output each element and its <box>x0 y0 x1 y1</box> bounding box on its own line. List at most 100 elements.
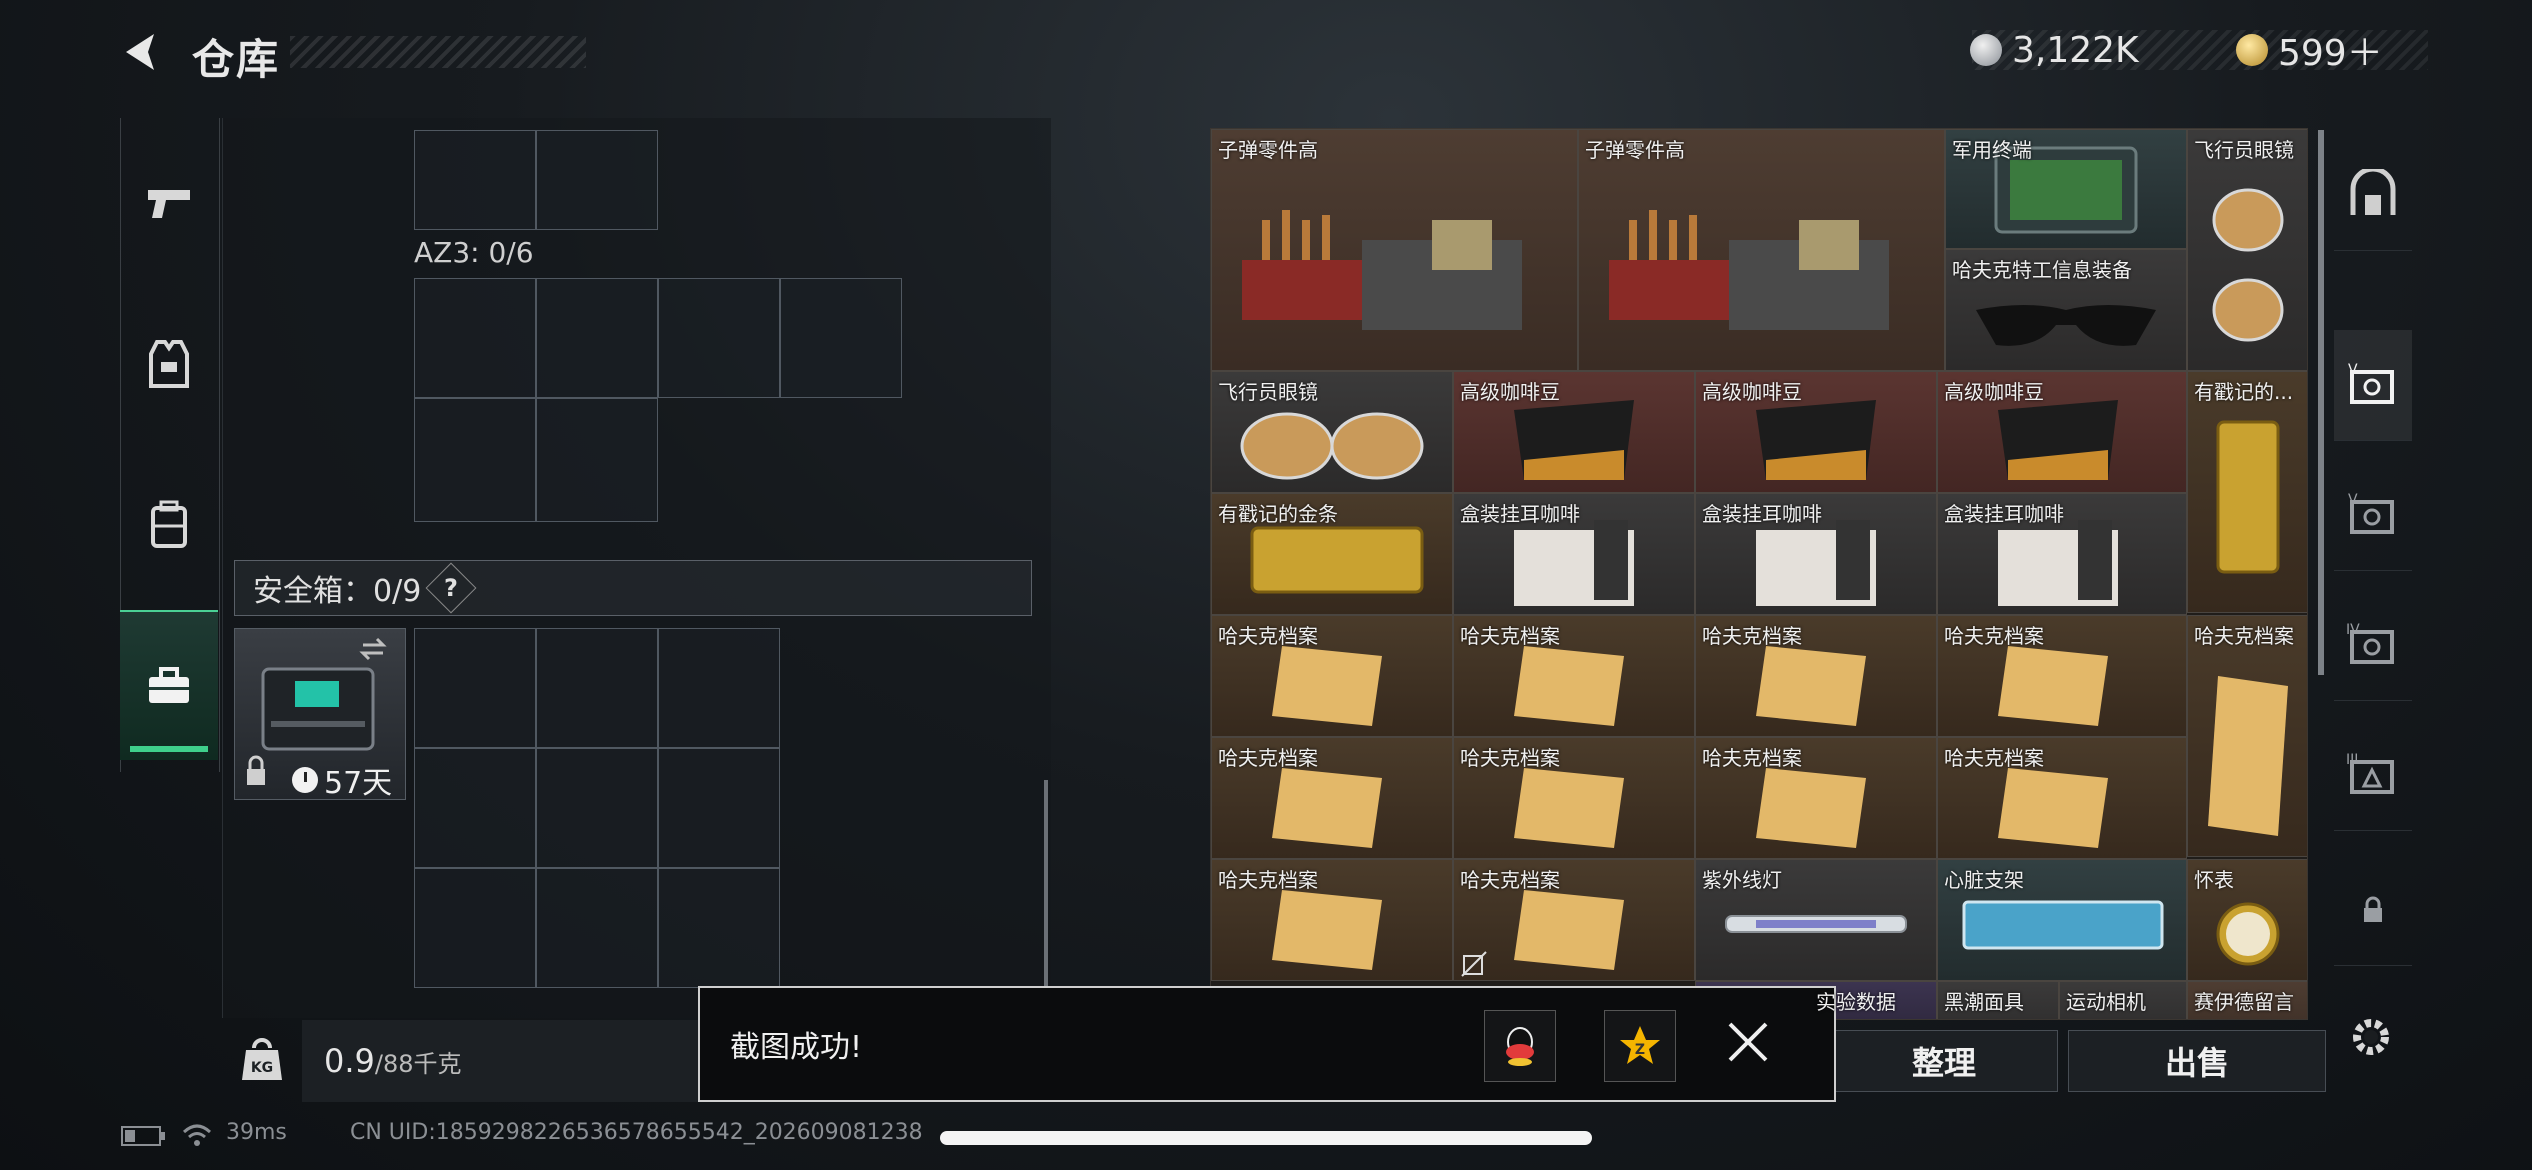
storage-item[interactable]: 黑潮面具 <box>1937 981 2059 1019</box>
clock-icon <box>292 767 318 793</box>
storage-item[interactable]: 高级咖啡豆 <box>1695 371 1937 493</box>
item-name: 黑潮面具 <box>1944 990 2024 1014</box>
storage-item[interactable]: 哈夫克档案 <box>1211 615 1453 737</box>
item-name: 哈夫克特工信息装备 <box>1952 258 2132 282</box>
storage-item[interactable]: 怀表 <box>2187 859 2307 981</box>
storage-item[interactable]: 哈夫克档案 <box>1695 615 1937 737</box>
weight-indicator: 0.9/88千克 <box>302 1020 702 1102</box>
az3-slot[interactable] <box>536 398 658 522</box>
az3-slot[interactable] <box>414 398 536 522</box>
toast-close-button[interactable] <box>1724 1018 1772 1070</box>
qzone-icon: Z <box>1620 1026 1660 1064</box>
storage-item[interactable]: 飞行员眼镜 <box>2187 129 2307 371</box>
storage-item[interactable]: 子弹零件高 <box>1211 129 1578 371</box>
share-qq-button[interactable] <box>1484 1010 1556 1082</box>
storage-item[interactable]: 紫外线灯 <box>1695 859 1937 981</box>
storage-item[interactable]: 哈夫克档案 <box>1211 737 1453 859</box>
storage-item[interactable]: 子弹零件高 <box>1578 129 1945 371</box>
document-folder-icon <box>1514 646 1624 726</box>
item-name: 哈夫克档案 <box>1702 746 1802 770</box>
storage-item[interactable]: 哈夫克档案 <box>1937 737 2187 859</box>
inventory-slot[interactable] <box>536 130 658 230</box>
storage-item[interactable]: 哈夫克档案 <box>1453 737 1695 859</box>
storage-item[interactable]: 飞行员眼镜 <box>1211 371 1453 493</box>
safe-slot[interactable] <box>414 628 536 748</box>
item-name: 紫外线灯 <box>1702 868 1782 892</box>
az3-capacity-label: AZ3: 0/6 <box>414 236 534 269</box>
storage-item[interactable]: 心脏支架 <box>1937 859 2187 981</box>
item-name: 高级咖啡豆 <box>1944 380 2044 404</box>
rail-item-safe-box[interactable] <box>120 610 218 760</box>
sell-button[interactable]: 出售 <box>2068 1030 2326 1092</box>
storage-item[interactable]: 盒装挂耳咖啡 <box>1453 493 1695 615</box>
az3-slot[interactable] <box>780 278 902 398</box>
ammo-parts-icon <box>1242 210 1522 330</box>
share-qzone-button[interactable]: Z <box>1604 1010 1676 1082</box>
storage-item[interactable]: 有戳记的... <box>2187 371 2307 613</box>
storage-tab-v[interactable]: V <box>2334 460 2412 571</box>
storage-scrollbar[interactable] <box>2318 130 2324 675</box>
safe-slot[interactable] <box>414 748 536 868</box>
svg-text:V: V <box>2348 492 2358 508</box>
sunglasses-icon <box>1976 305 2156 346</box>
storage-item[interactable]: 高级咖啡豆 <box>1453 371 1695 493</box>
warehouse-icon <box>2350 169 2396 215</box>
storage-item[interactable]: 军用终端 <box>1945 129 2187 249</box>
storage-item[interactable]: 哈夫克档案 <box>1211 859 1453 981</box>
storage-item[interactable]: 盒装挂耳咖啡 <box>1937 493 2187 615</box>
safe-tier-iv-icon: IV <box>2346 622 2394 664</box>
document-folder-icon <box>1756 646 1866 726</box>
az3-slot[interactable] <box>414 278 536 398</box>
safe-slot[interactable] <box>536 748 658 868</box>
storage-item[interactable]: 高级咖啡豆 <box>1937 371 2187 493</box>
sort-button[interactable]: 整理 <box>1830 1030 2058 1092</box>
safe-slot[interactable] <box>658 868 780 988</box>
storage-item[interactable]: 哈夫克档案 <box>1937 615 2187 737</box>
gear-icon <box>2353 1019 2389 1055</box>
safe-box-days: 57天 <box>324 766 393 801</box>
storage-item[interactable]: 哈夫克档案 <box>1453 615 1695 737</box>
az3-slot[interactable] <box>658 278 780 398</box>
storage-item[interactable]: 哈夫克档案 <box>2187 615 2307 857</box>
storage-item[interactable]: 运动相机 <box>2059 981 2187 1019</box>
settings-button[interactable] <box>2346 1012 2396 1066</box>
document-folder-icon <box>1514 890 1624 970</box>
storage-tab-iii[interactable]: III <box>2334 720 2412 831</box>
safe-tier-iii-icon: III <box>2346 752 2394 794</box>
item-name: 有戳记的... <box>2194 380 2294 404</box>
storage-tab-iv[interactable]: IV <box>2334 590 2412 701</box>
storage-tab-v-active[interactable]: V <box>2334 330 2412 441</box>
document-folder-icon <box>1272 646 1382 726</box>
item-name: 哈夫克档案 <box>1944 746 2044 770</box>
storage-item[interactable]: 盒装挂耳咖啡 <box>1695 493 1937 615</box>
help-button[interactable]: ? <box>425 562 477 614</box>
weight-max: /88千克 <box>374 1050 462 1078</box>
safe-slot[interactable] <box>536 868 658 988</box>
rail-item-armor[interactable] <box>120 290 218 438</box>
back-arrow-icon <box>126 34 154 70</box>
item-name: 怀表 <box>2194 868 2234 892</box>
storage-item[interactable]: 哈夫克档案 <box>1695 737 1937 859</box>
storage-item[interactable]: 哈夫克特工信息装备 <box>1945 249 2187 371</box>
item-name: 运动相机 <box>2066 990 2146 1014</box>
safe-slot[interactable] <box>658 628 780 748</box>
silver-currency[interactable]: 3,122K <box>1970 28 2139 72</box>
storage-tab-locked[interactable] <box>2334 855 2412 966</box>
document-folder-icon <box>1272 890 1382 970</box>
safe-slot[interactable] <box>658 748 780 868</box>
home-indicator[interactable] <box>940 1131 1592 1145</box>
safe-slot[interactable] <box>414 868 536 988</box>
storage-item[interactable]: 哈夫克档案 <box>1453 859 1695 981</box>
az3-slot[interactable] <box>536 278 658 398</box>
storage-tab-main[interactable] <box>2334 140 2412 251</box>
item-name: 哈夫克档案 <box>1460 624 1560 648</box>
rail-item-weapon[interactable] <box>120 130 218 278</box>
inventory-slot[interactable] <box>414 130 536 230</box>
back-button[interactable] <box>118 28 166 76</box>
storage-item[interactable]: 有戳记的金条 <box>1211 493 1453 615</box>
inventory-scrollbar[interactable] <box>1044 780 1048 990</box>
safe-slot[interactable] <box>536 628 658 748</box>
rail-item-backpack[interactable] <box>120 450 218 598</box>
gold-currency[interactable]: 599＋ <box>2236 28 2383 74</box>
storage-item[interactable]: 赛伊德留言 <box>2187 981 2307 1019</box>
